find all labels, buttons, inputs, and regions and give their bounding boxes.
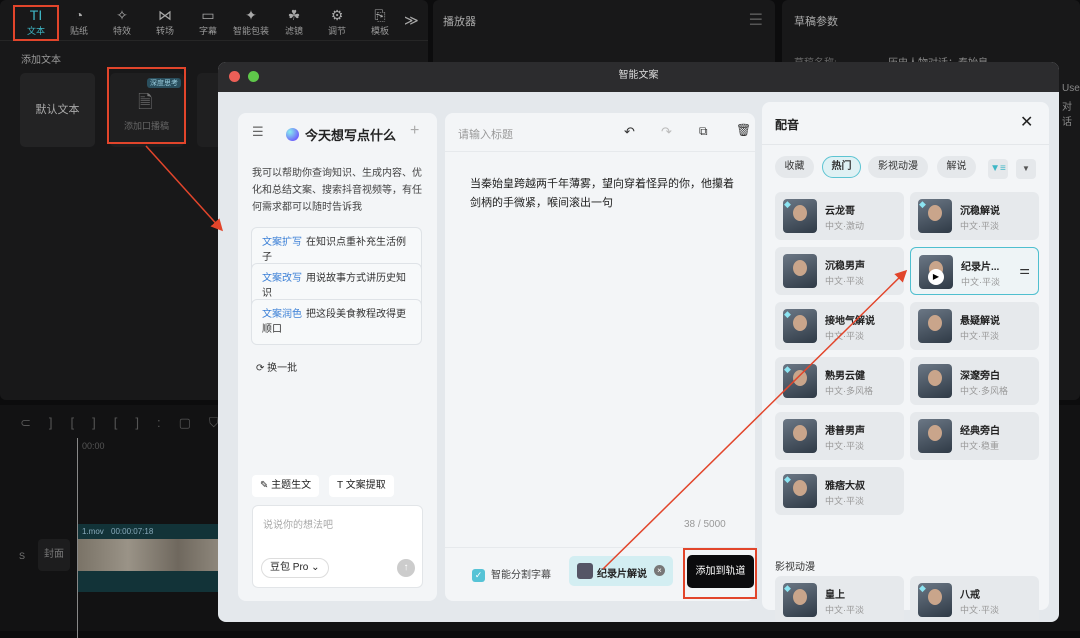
play-icon[interactable]: ▶ (928, 269, 944, 285)
annotation-arrow (145, 145, 224, 232)
diamond-icon: ◆ (784, 199, 791, 209)
diamond-icon: ◆ (919, 199, 926, 209)
annotation-arrow (602, 269, 908, 570)
diamond-icon: ◆ (784, 364, 791, 374)
diamond-icon: ◆ (784, 583, 791, 593)
diamond-icon: ◆ (919, 583, 926, 593)
diamond-icon: ◆ (784, 309, 791, 319)
annotation-arrows (145, 145, 908, 570)
diamond-icon: ◆ (784, 474, 791, 484)
